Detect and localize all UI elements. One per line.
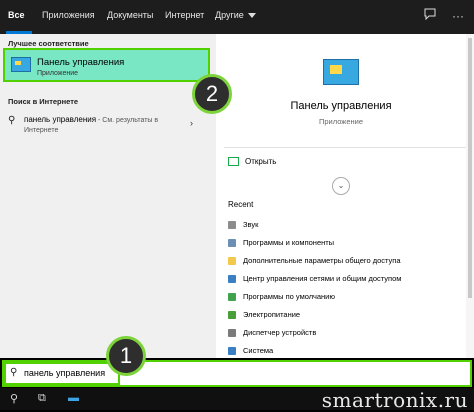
recent-item-label: Система (243, 346, 274, 355)
open-icon (228, 157, 239, 167)
expand-chevron-icon[interactable]: ⌄ (332, 177, 350, 195)
search-icon: ⚲ (10, 367, 18, 378)
tab-web[interactable]: Интернет (165, 10, 204, 20)
recent-item[interactable]: Дополнительные параметры общего доступа (228, 256, 401, 266)
web-result-text: панель управления - См. результаты в (24, 115, 158, 124)
web-result-sub: Интернете (24, 127, 59, 134)
tab-documents[interactable]: Документы (107, 10, 153, 20)
best-match-heading: Лучшее соответствие (8, 39, 89, 48)
recent-item[interactable]: Центр управления сетями и общим доступом (228, 274, 402, 284)
search-icon: ⚲ (8, 115, 16, 126)
recent-item-label: Дополнительные параметры общего доступа (243, 256, 401, 265)
best-match-item[interactable]: Панель управления Приложение (3, 48, 210, 82)
divider (224, 147, 466, 148)
task-view-icon[interactable]: ⧉ (38, 392, 46, 405)
details-title: Панель управления (290, 100, 392, 112)
step-badge-two: 2 (192, 74, 232, 114)
search-input[interactable]: панель управления (24, 368, 105, 378)
details-type: Приложение (319, 117, 363, 126)
tab-all[interactable]: Все (8, 10, 25, 20)
recent-item[interactable]: Программы и компоненты (228, 238, 335, 248)
recent-item-label: Электропитание (243, 310, 301, 319)
recent-item-label: Диспетчер устройств (243, 328, 317, 337)
web-search-heading: Поиск в Интернете (8, 97, 79, 106)
recent-item[interactable]: Система (228, 346, 274, 356)
search-box[interactable]: ⚲ панель управления (2, 360, 472, 387)
recent-item[interactable]: Звук (228, 220, 259, 230)
best-match-title: Панель управления (37, 57, 125, 68)
web-result-query: панель управления (24, 115, 97, 124)
tab-more[interactable]: Другие (215, 10, 256, 20)
recent-heading: Recent (228, 200, 254, 209)
recent-item[interactable]: Электропитание (228, 310, 301, 320)
recent-item-label: Звук (243, 220, 259, 229)
scrollbar-thumb[interactable] (468, 38, 472, 298)
step-badge-one: 1 (106, 336, 146, 376)
chevron-right-icon[interactable]: › (190, 118, 193, 128)
open-label: Открыть (245, 157, 277, 166)
device-manager-icon (228, 329, 236, 338)
open-action[interactable]: Открыть (228, 157, 277, 167)
more-options-icon[interactable]: ··· (448, 6, 468, 26)
web-search-result[interactable]: ⚲ панель управления - См. результаты в И… (0, 110, 213, 140)
recent-item-label: Программы по умолчанию (243, 292, 335, 301)
recent-item[interactable]: Диспетчер устройств (228, 328, 317, 338)
system-icon (228, 347, 236, 356)
default-programs-icon (228, 293, 236, 302)
recent-item-label: Центр управления сетями и общим доступом (243, 274, 402, 283)
watermark: smartronix.ru (321, 388, 468, 412)
app-icon[interactable]: ▬ (68, 392, 79, 404)
web-result-hint: - См. результаты в (96, 117, 159, 124)
control-panel-icon (11, 57, 31, 72)
tab-more-label: Другие (215, 10, 244, 20)
speaker-icon (228, 221, 236, 230)
recent-item[interactable]: Программы по умолчанию (228, 292, 335, 302)
scrollbar[interactable] (466, 34, 474, 358)
search-tabs-bar: Все Приложения Документы Интернет Другие… (0, 0, 474, 34)
power-icon (228, 311, 236, 320)
control-panel-large-icon (323, 59, 359, 85)
best-match-subtitle: Приложение (37, 70, 79, 77)
programs-icon (228, 239, 236, 248)
folder-icon (228, 257, 236, 266)
search-icon[interactable]: ⚲ (10, 392, 18, 405)
details-panel: Панель управления Приложение Открыть ⌄ R… (216, 34, 474, 358)
feedback-icon[interactable] (420, 6, 440, 26)
chevron-down-icon (247, 13, 256, 19)
network-icon (228, 275, 236, 284)
tab-apps[interactable]: Приложения (42, 10, 95, 20)
recent-item-label: Программы и компоненты (243, 238, 335, 247)
results-panel: Лучшее соответствие Панель управления Пр… (0, 34, 213, 358)
